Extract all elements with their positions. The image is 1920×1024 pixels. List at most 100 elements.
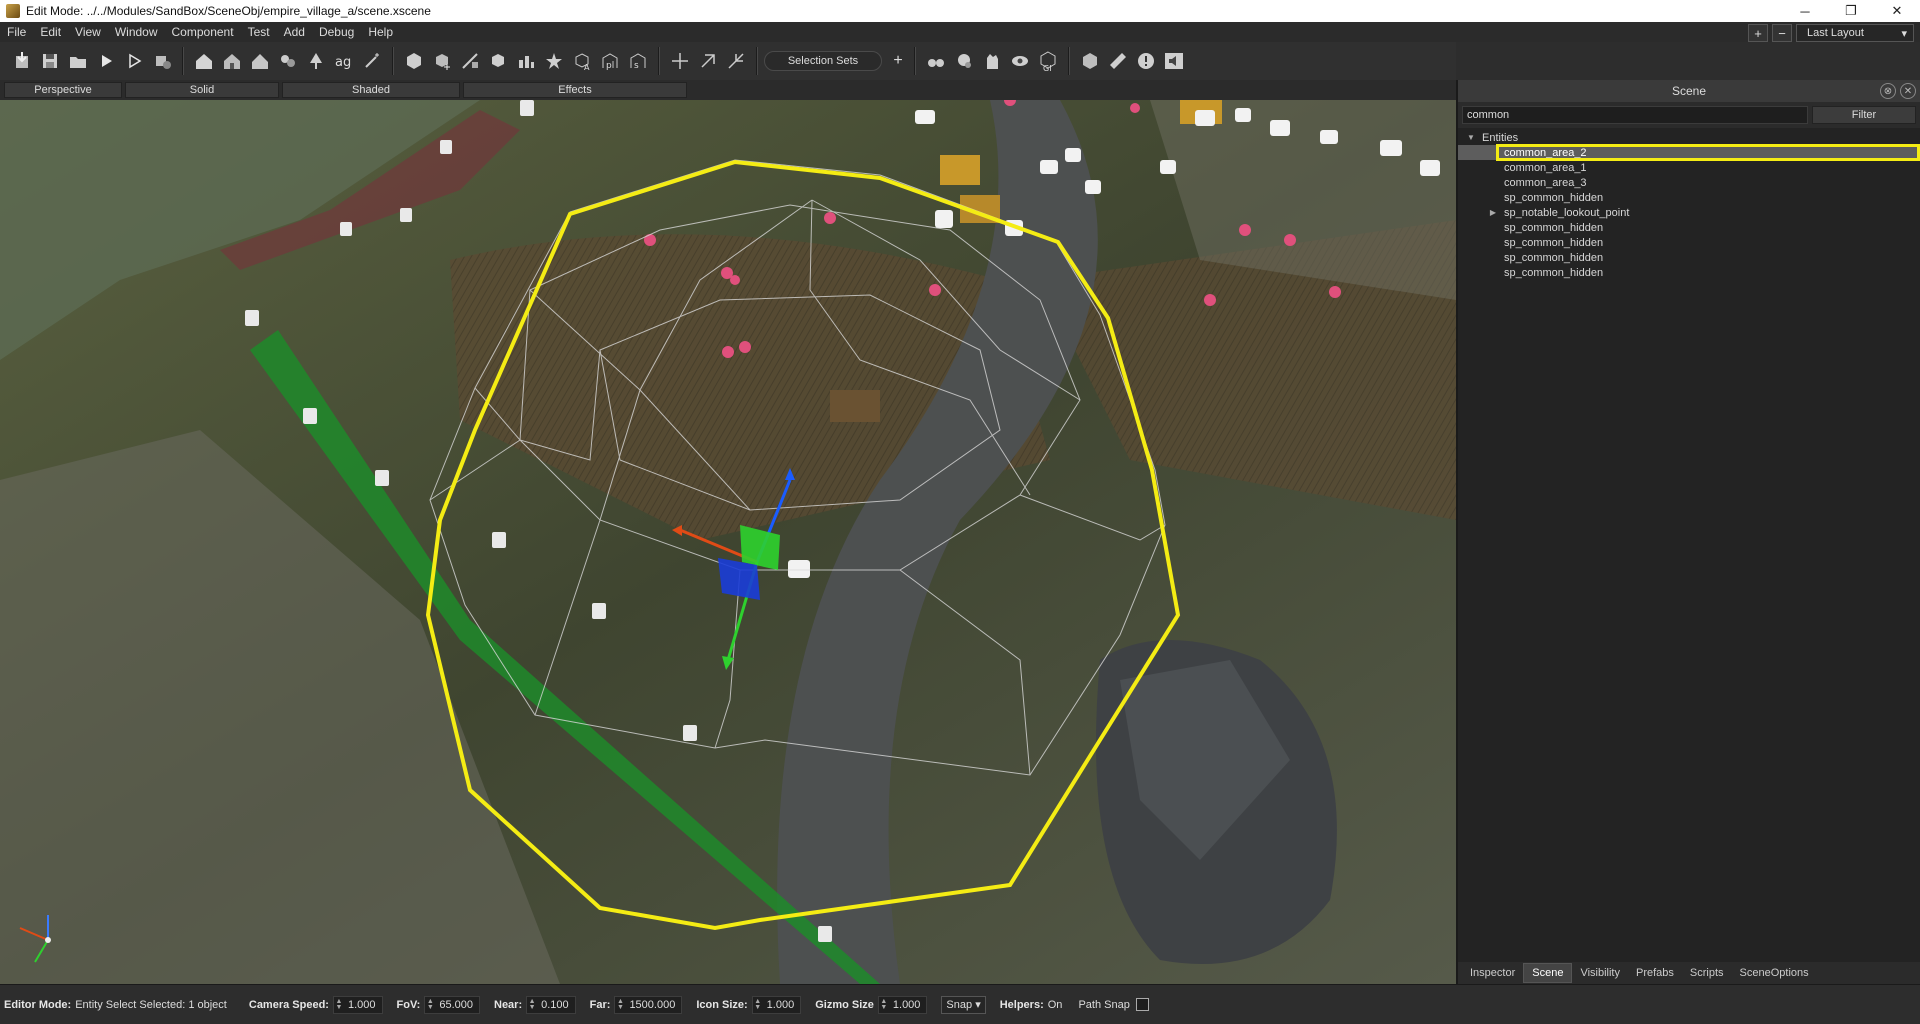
perspective-button[interactable]: Perspective [4,82,122,98]
spinner-arrows-icon[interactable]: ▲ ▼ [879,998,889,1011]
import-icon[interactable] [8,47,36,75]
cube-icon[interactable] [400,47,428,75]
svg-text:A: A [584,63,590,72]
near-field[interactable]: ▲ ▼ 0.100 [526,995,576,1014]
audio-icon[interactable] [1160,47,1188,75]
near-label: Near: [494,998,523,1011]
save-icon[interactable] [36,47,64,75]
menu-window[interactable]: Window [108,25,165,39]
title-bar: Edit Mode: ../../Modules/SandBox/SceneOb… [0,0,1920,22]
cube-plus-icon[interactable] [428,47,456,75]
spinner-arrows-icon[interactable]: ▲ ▼ [753,998,763,1011]
decal-icon[interactable] [274,47,302,75]
toolbar-separator [756,47,758,75]
tab-prefabs[interactable]: Prefabs [1628,963,1682,983]
measure-icon[interactable] [1104,47,1132,75]
house2-icon[interactable] [218,47,246,75]
spinner-arrows-icon[interactable]: ▲ ▼ [334,998,344,1011]
snap-dropdown[interactable]: Snap ▾ [941,995,986,1014]
menu-edit[interactable]: Edit [33,25,68,39]
viewport-render [0,100,1456,984]
tree-item[interactable]: common_area_2 [1458,144,1920,161]
house3-icon[interactable] [246,47,274,75]
close-icon[interactable]: ✕ [1900,83,1916,99]
search-input[interactable] [1462,106,1808,124]
spinner-arrows-icon[interactable]: ▲ ▼ [425,998,435,1011]
remove-layout-button[interactable]: − [1772,24,1792,42]
menu-help[interactable]: Help [361,25,400,39]
gizmo-size-field[interactable]: ▲ ▼ 1.000 [877,995,928,1014]
shaded-button[interactable]: Shaded [282,82,460,98]
menu-view[interactable]: View [68,25,108,39]
camera-speed-field[interactable]: ▲ ▼ 1.000 [332,995,383,1014]
menu-file[interactable]: File [0,25,33,39]
helpers-value[interactable]: On [1048,999,1063,1011]
collapsed-arrow-icon[interactable]: ▶ [1488,208,1498,217]
icon-size-field[interactable]: ▲ ▼ 1.000 [751,995,802,1014]
tree-item[interactable]: sp_common_hidden [1458,265,1920,280]
path-snap-checkbox[interactable] [1135,998,1149,1011]
tree-item[interactable]: sp_common_hidden [1458,250,1920,265]
eye-icon[interactable] [1006,47,1034,75]
cube-p-icon[interactable]: pl [596,47,624,75]
filter-button[interactable]: Filter [1812,106,1916,124]
glove-icon[interactable] [978,47,1006,75]
tree-item[interactable]: common_area_3 [1458,175,1920,190]
tree-icon[interactable] [302,47,330,75]
close-button[interactable]: ✕ [1874,0,1920,22]
tab-inspector[interactable]: Inspector [1462,963,1523,983]
cube-s-icon[interactable]: s [624,47,652,75]
effects-button[interactable]: Effects [463,82,687,98]
restore-button[interactable]: ❐ [1828,0,1874,22]
house-icon[interactable] [190,47,218,75]
tab-visibility[interactable]: Visibility [1572,963,1628,983]
toolbar-separator [1068,47,1070,75]
gi-icon[interactable]: GI [1034,47,1062,75]
far-field[interactable]: ▲ ▼ 1500.000 [614,995,683,1014]
gizmo-size-value: 1.000 [892,998,921,1011]
tree-item[interactable]: common_area_1 [1458,160,1920,175]
cube-mesh-icon[interactable] [512,47,540,75]
solid-button[interactable]: Solid [125,82,279,98]
tree-item[interactable]: sp_common_hidden [1458,235,1920,250]
selection-sets-dropdown[interactable]: Selection Sets [764,51,882,71]
play-icon[interactable] [92,47,120,75]
add-selection-set-button[interactable]: + [888,51,908,71]
menu-debug[interactable]: Debug [312,25,361,39]
scene-viewport[interactable] [0,100,1456,984]
tab-sceneoptions[interactable]: SceneOptions [1732,963,1817,983]
scale-icon[interactable] [722,47,750,75]
cube-entity-icon[interactable] [484,47,512,75]
layout-select[interactable]: Last Layout ▾ [1796,24,1914,42]
tree-item[interactable]: sp_common_hidden [1458,190,1920,205]
minimize-button[interactable]: ─ [1782,0,1828,22]
tree-item[interactable]: sp_common_hidden [1458,220,1920,235]
fov-field[interactable]: ▲ ▼ 65.000 [424,995,480,1014]
spinner-arrows-icon[interactable]: ▲ ▼ [615,998,625,1011]
cube-edit-icon[interactable] [456,47,484,75]
menu-component[interactable]: Component [165,25,241,39]
tab-scripts[interactable]: Scripts [1682,963,1732,983]
expanded-arrow-icon[interactable]: ▼ [1466,133,1476,142]
menu-test[interactable]: Test [241,25,277,39]
rotate-icon[interactable] [694,47,722,75]
wand-icon[interactable] [358,47,386,75]
cube-a-icon[interactable]: A [568,47,596,75]
render-icon[interactable] [1076,47,1104,75]
move-icon[interactable] [666,47,694,75]
menu-add[interactable]: Add [277,25,312,39]
tree-item[interactable]: ▶ sp_notable_lookout_point [1458,205,1920,220]
tab-scene[interactable]: Scene [1523,963,1573,983]
spinner-arrows-icon[interactable]: ▲ ▼ [527,998,537,1011]
settings-play-icon[interactable] [148,47,176,75]
tree-root-entities[interactable]: ▼ Entities [1458,130,1920,145]
warning-icon[interactable] [1132,47,1160,75]
cube-star-icon[interactable] [540,47,568,75]
open-folder-icon[interactable] [64,47,92,75]
weather-icon[interactable] [950,47,978,75]
panel-options-icon[interactable]: ⊗ [1880,83,1896,99]
ag-icon[interactable]: ag [330,47,358,75]
binoculars-icon[interactable] [922,47,950,75]
add-layout-button[interactable]: + [1748,24,1768,42]
play-outline-icon[interactable] [120,47,148,75]
